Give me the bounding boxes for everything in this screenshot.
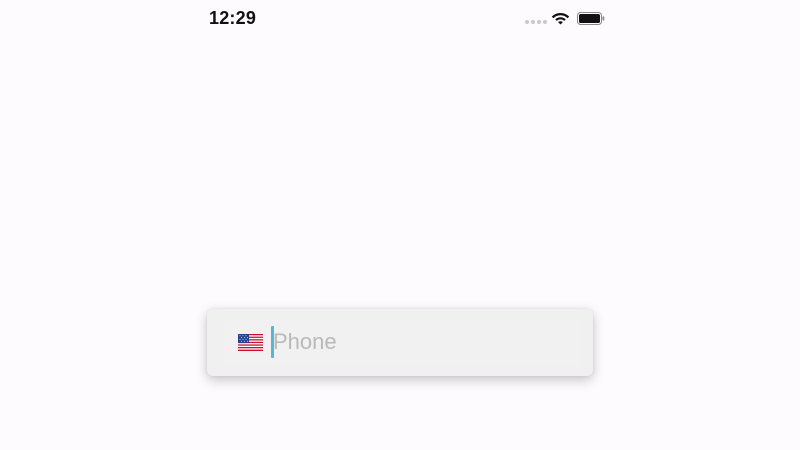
- country-code-picker[interactable]: [238, 330, 266, 354]
- status-time: 12:29: [209, 8, 257, 28]
- phone-input-card: [207, 309, 593, 376]
- app-screen: 12:29: [0, 0, 800, 450]
- signal-dots-icon: [525, 20, 547, 24]
- phone-input[interactable]: [273, 325, 573, 359]
- us-flag-icon: [238, 334, 263, 351]
- battery-icon: [577, 12, 605, 25]
- status-bar: 12:29: [0, 0, 800, 40]
- wifi-icon: [551, 13, 570, 25]
